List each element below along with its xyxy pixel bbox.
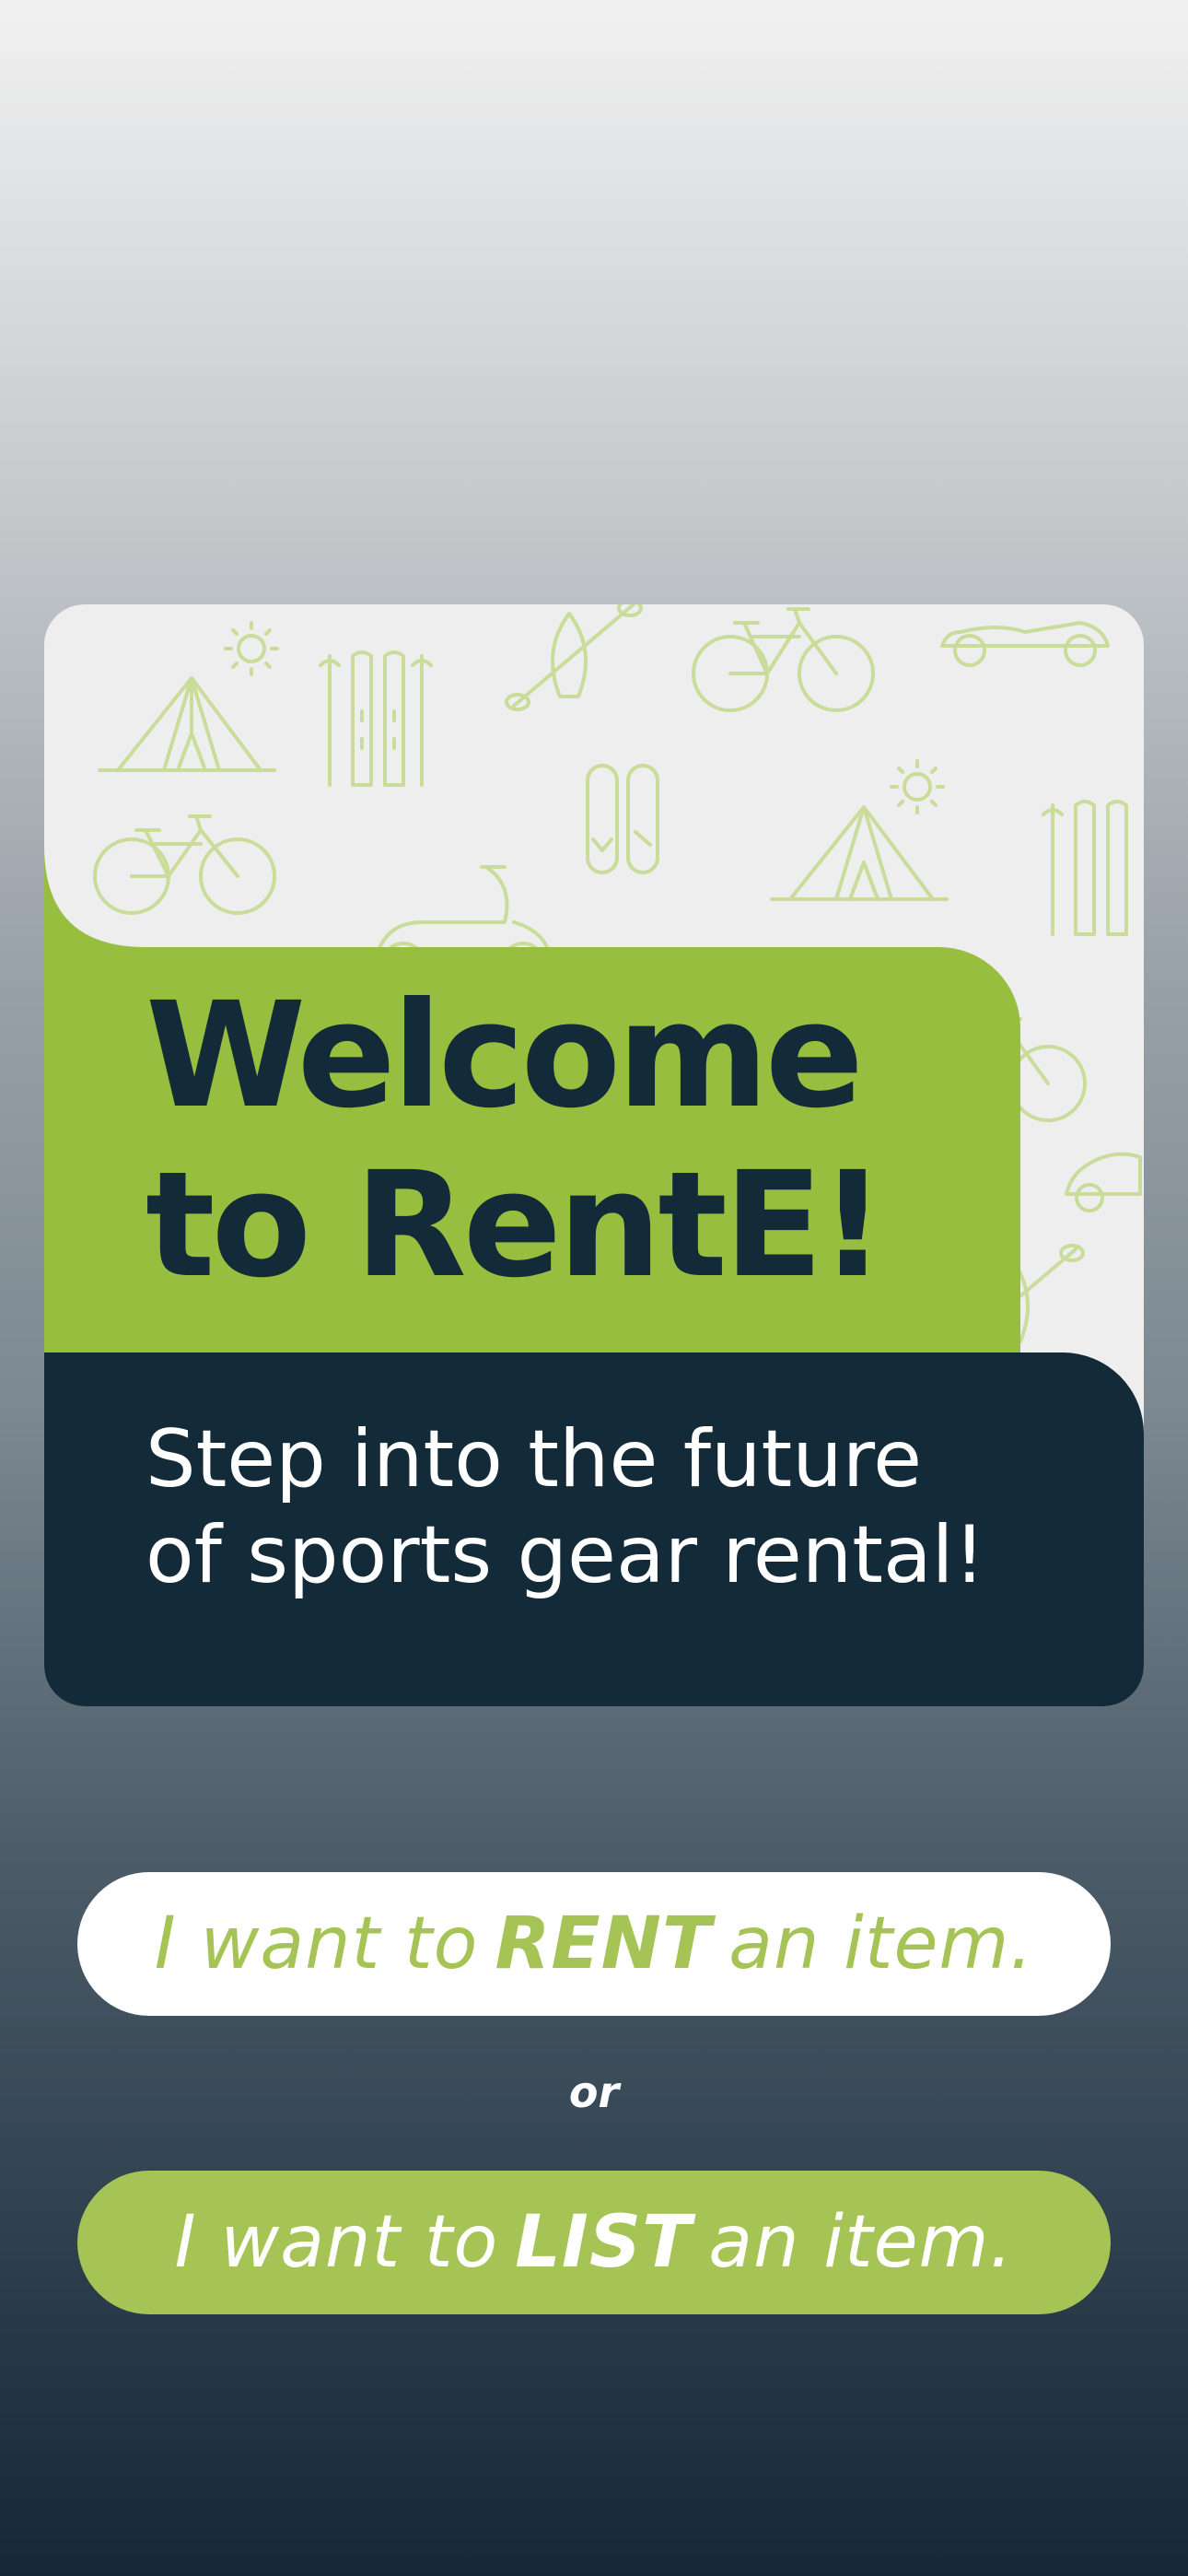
welcome-heading-line: Welcome (146, 971, 864, 1141)
snowboard-icon (586, 764, 659, 874)
or-separator: or (568, 2067, 620, 2117)
sun-icon (890, 759, 945, 814)
rent-button-suffix: an item. (728, 1903, 1034, 1985)
skis-icon (1042, 800, 1128, 936)
welcome-heading-line: to RentE! (146, 1141, 886, 1310)
list-button-prefix: I want to (174, 2201, 499, 2284)
bicycle-icon (692, 607, 875, 712)
rent-button-prefix: I want to (154, 1903, 479, 1985)
list-button-suffix: an item. (708, 2201, 1014, 2284)
scooter-icon (1065, 1152, 1142, 1212)
list-button-keyword: LIST (515, 2201, 693, 2284)
kayak-icon (505, 604, 643, 711)
sun-icon (224, 621, 279, 676)
tagline: Step into the future of sports gear rent… (146, 1411, 1122, 1603)
welcome-card: Welcome to RentE! Step into the future o… (44, 604, 1144, 1706)
tent-icon (98, 676, 276, 772)
tagline-line: of sports gear rental! (146, 1509, 986, 1601)
skis-icon (319, 650, 433, 787)
rent-button-keyword: RENT (495, 1903, 713, 1985)
corner-curve (44, 846, 146, 947)
tagline-line: Step into the future (146, 1413, 923, 1505)
scooter-icon (940, 621, 1110, 667)
tent-icon (770, 805, 949, 901)
welcome-heading: Welcome to RentE! (146, 971, 1011, 1310)
rent-item-button[interactable]: I want to RENT an item. (77, 1872, 1111, 2016)
list-item-button[interactable]: I want to LIST an item. (77, 2171, 1111, 2314)
